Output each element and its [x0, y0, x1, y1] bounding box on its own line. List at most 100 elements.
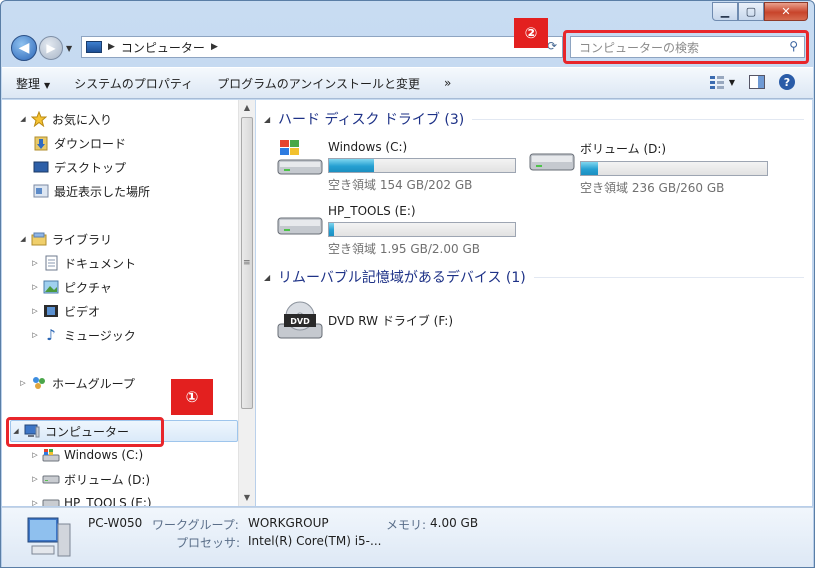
- collapse-arrow-icon[interactable]: ◢: [18, 235, 28, 243]
- sidebar-item-label: ボリューム (D:): [64, 472, 151, 487]
- annotation-badge-two: ②: [514, 18, 548, 48]
- computer-highlight-box: [6, 417, 164, 447]
- drive-name: Windows (C:): [328, 140, 408, 154]
- drive-hp-tools-e[interactable]: HP_TOOLS (E:) 空き領域 1.95 GB/2.00 GB: [276, 198, 516, 257]
- dropdown-arrow-icon: ▼: [44, 80, 51, 90]
- hard-drive-icon: [42, 471, 60, 487]
- command-bar: 整理 ▼ システムのプロパティ プログラムのアンインストールと変更 » ▼ ?: [2, 67, 813, 99]
- sidebar-item-music[interactable]: ▷ ♪ ミュージック: [30, 324, 136, 346]
- sidebar-item-label: ピクチャ: [64, 280, 112, 295]
- sidebar-item-label: デスクトップ: [54, 160, 127, 175]
- computer-large-icon: [26, 514, 74, 563]
- sidebar-item-pictures[interactable]: ▷ ピクチャ: [30, 276, 112, 298]
- drive-name: DVD RW ドライブ (F:): [328, 314, 454, 328]
- organize-button[interactable]: 整理 ▼: [16, 75, 50, 92]
- workgroup-value: WORKGROUP: [248, 516, 329, 530]
- explorer-window: ▁ ▢ ✕ ◀ ▶ ▼ ▶ コンピューター ▶ ⟳ コンピューターの検索 ⚲ ②…: [0, 0, 815, 568]
- details-pane: PC-W050 ワークグループ: WORKGROUP メモリ: 4.00 GB …: [2, 507, 813, 567]
- expand-arrow-icon[interactable]: ▷: [18, 379, 28, 387]
- processor-label: プロセッサ:: [176, 536, 241, 550]
- group-header-hard-disks[interactable]: ◢ ハード ディスク ドライブ (3): [264, 108, 804, 130]
- pc-name: PC-W050: [88, 516, 143, 530]
- sidebar-item-favorites[interactable]: ◢ お気に入り: [18, 108, 112, 130]
- caption-buttons: ▁ ▢ ✕: [712, 2, 808, 21]
- address-bar[interactable]: ▶ コンピューター ▶ ⟳: [81, 36, 563, 58]
- videos-icon: [42, 303, 60, 319]
- sidebar-item-label: ライブラリ: [52, 232, 113, 247]
- minimize-button[interactable]: ▁: [712, 2, 738, 21]
- close-button[interactable]: ✕: [764, 2, 808, 21]
- collapse-arrow-icon[interactable]: ◢: [18, 115, 28, 123]
- drive-usage-fill: [329, 159, 374, 172]
- breadcrumb-chevron-icon[interactable]: ▶: [211, 42, 218, 52]
- hard-drive-icon: [42, 495, 60, 506]
- scroll-up-arrow-icon[interactable]: ▲: [239, 100, 255, 116]
- processor-value: Intel(R) Core(TM) i5-...: [248, 534, 382, 548]
- sidebar-item-hp-tools[interactable]: ▷ HP_TOOLS (E:): [30, 492, 152, 506]
- view-controls: ▼ ?: [695, 74, 795, 90]
- expand-arrow-icon[interactable]: ▷: [30, 451, 40, 459]
- scroll-down-arrow-icon[interactable]: ▼: [239, 490, 255, 506]
- navigation-buttons: ◀ ▶ ▼: [11, 35, 72, 61]
- group-divider: [533, 276, 804, 278]
- pictures-icon: [42, 279, 60, 295]
- drive-windows-c[interactable]: Windows (C:) 空き領域 154 GB/202 GB: [276, 134, 516, 193]
- hard-drive-icon: [528, 134, 576, 174]
- sidebar-item-recent-places[interactable]: 最近表示した場所: [30, 180, 150, 202]
- expand-arrow-icon[interactable]: ▷: [30, 307, 40, 315]
- forward-button[interactable]: ▶: [39, 36, 63, 60]
- drive-dvd-f[interactable]: DVD DVD RW ドライブ (F:): [276, 296, 454, 339]
- dvd-icon-label: DVD: [290, 317, 310, 326]
- sidebar-item-videos[interactable]: ▷ ビデオ: [30, 300, 100, 322]
- collapse-arrow-icon[interactable]: ◢: [264, 115, 278, 124]
- help-icon[interactable]: ?: [779, 74, 795, 90]
- system-drive-icon: [42, 447, 60, 463]
- system-drive-icon: [276, 134, 324, 175]
- uninstall-programs-button[interactable]: プログラムのアンインストールと変更: [217, 75, 420, 92]
- sidebar-item-downloads[interactable]: ダウンロード: [30, 132, 126, 154]
- drive-name: ボリューム (D:): [580, 142, 667, 156]
- expand-arrow-icon[interactable]: ▷: [30, 283, 40, 291]
- maximize-button[interactable]: ▢: [738, 2, 764, 21]
- system-properties-button[interactable]: システムのプロパティ: [74, 75, 193, 92]
- navigation-scrollbar[interactable]: ▲ ≡ ▼: [238, 100, 255, 506]
- music-note-icon: ♪: [46, 326, 56, 344]
- expand-arrow-icon[interactable]: ▷: [30, 331, 40, 339]
- expand-arrow-icon[interactable]: ▷: [30, 259, 40, 267]
- scroll-grip-icon: ≡: [243, 258, 251, 268]
- back-button[interactable]: ◀: [11, 35, 37, 61]
- documents-icon: [42, 255, 60, 271]
- sidebar-item-homegroup[interactable]: ▷ ホームグループ: [18, 372, 135, 394]
- expand-arrow-icon[interactable]: ▷: [30, 475, 40, 483]
- recent-places-icon: [32, 183, 50, 199]
- sidebar-item-documents[interactable]: ▷ ドキュメント: [30, 252, 136, 274]
- drive-volume-d[interactable]: ボリューム (D:) 空き領域 236 GB/260 GB: [528, 134, 768, 196]
- group-header-removable[interactable]: ◢ リムーバブル記憶域があるデバイス (1): [264, 266, 804, 288]
- search-highlight-box: [563, 30, 809, 64]
- sidebar-item-libraries[interactable]: ◢ ライブラリ: [18, 228, 112, 250]
- expand-arrow-icon[interactable]: ▷: [30, 499, 40, 506]
- sidebar-item-label: ミュージック: [64, 328, 136, 343]
- sidebar-item-windows-c[interactable]: ▷ Windows (C:): [30, 444, 143, 466]
- drive-usage-bar: [580, 161, 768, 176]
- recent-pages-dropdown[interactable]: ▼: [66, 44, 72, 53]
- breadcrumb-chevron-icon[interactable]: ▶: [108, 42, 115, 52]
- sidebar-item-volume-d[interactable]: ▷ ボリューム (D:): [30, 468, 150, 490]
- drive-name: HP_TOOLS (E:): [328, 204, 416, 218]
- change-view-icon[interactable]: [709, 74, 725, 90]
- more-commands-button[interactable]: »: [444, 76, 451, 90]
- group-header-label: リムーバブル記憶域があるデバイス (1): [278, 270, 526, 286]
- group-divider: [472, 118, 804, 120]
- preview-pane-icon[interactable]: [749, 74, 765, 90]
- dvd-drive-icon: DVD: [276, 296, 324, 339]
- sidebar-item-label: 最近表示した場所: [54, 184, 151, 199]
- sidebar-item-desktop[interactable]: デスクトップ: [30, 156, 126, 178]
- collapse-arrow-icon[interactable]: ◢: [264, 273, 278, 282]
- sidebar-item-label: Windows (C:): [64, 448, 144, 462]
- view-dropdown-icon[interactable]: ▼: [729, 78, 735, 87]
- library-icon: [30, 231, 48, 247]
- memory-value: 4.00 GB: [430, 516, 479, 530]
- sidebar-item-label: ビデオ: [64, 304, 101, 319]
- sidebar-item-label: ダウンロード: [54, 136, 127, 151]
- breadcrumb-computer[interactable]: コンピューター: [121, 39, 205, 56]
